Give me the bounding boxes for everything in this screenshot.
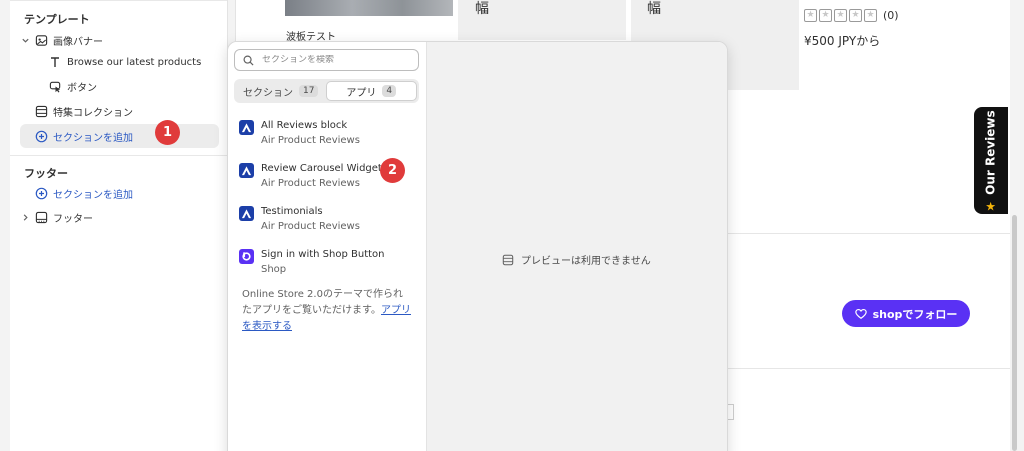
app-name: Sign in with Shop Button [261, 249, 385, 260]
section-search[interactable] [234, 49, 419, 71]
star-icon: ★ [819, 9, 832, 22]
add-section-label: セクションを追加 [53, 189, 133, 201]
sidebar-item-label: ボタン [67, 82, 97, 94]
star-icon: ★ [864, 9, 877, 22]
star-icon: ★ [804, 9, 817, 22]
our-reviews-label: Our Reviews [984, 109, 999, 195]
star-icon: ★ [849, 9, 862, 22]
tab-apps[interactable]: アプリ 4 [325, 81, 417, 101]
sidebar-item-label: フッター [53, 213, 93, 225]
sidebar-item-featured-collection[interactable]: 特集コレクション [20, 99, 219, 123]
our-reviews-tab[interactable]: ★ Our Reviews [974, 107, 1008, 214]
preview-unavailable: プレビューは利用できません [502, 252, 651, 267]
rating-stars: ★ ★ ★ ★ ★ (0) [804, 9, 899, 22]
shop-brand: shop [872, 307, 903, 321]
air-reviews-logo-icon [239, 206, 254, 221]
heart-icon [854, 308, 867, 319]
count-badge: 17 [299, 85, 319, 97]
os2-note: Online Store 2.0のテーマで作られたアプリをご覧いただけます。アプ… [242, 287, 412, 335]
sidebar-item-button-block[interactable]: ボタン [48, 74, 219, 98]
app-name: Review Carousel Widget [261, 163, 382, 174]
divider [10, 0, 227, 1]
template-heading: テンプレート [24, 13, 90, 26]
plus-circle-icon [34, 129, 48, 143]
air-reviews-logo-icon [239, 120, 254, 135]
sidebar-item-heading-block[interactable]: Browse our latest products [48, 50, 219, 74]
sidebar-item-label: Browse our latest products [67, 56, 202, 68]
sidebar-item-image-banner[interactable]: 画像バナー [20, 28, 219, 52]
cursor-button-icon [48, 79, 62, 93]
tab-sections[interactable]: セクション 17 [236, 81, 326, 101]
add-section-label: セクションを追加 [53, 132, 133, 144]
step-marker-1: 1 [155, 120, 180, 145]
star-icon: ★ [834, 9, 847, 22]
count-badge: 4 [382, 85, 397, 97]
review-count: (0) [883, 9, 899, 22]
app-block-item[interactable]: All Reviews block Air Product Reviews [239, 119, 419, 149]
footer-icon [34, 210, 48, 224]
preview-scrollbar[interactable] [1012, 215, 1017, 451]
air-reviews-logo-icon [239, 163, 254, 178]
search-icon [243, 55, 254, 66]
star-icon: ★ [985, 198, 997, 213]
app-block-item[interactable]: Testimonials Air Product Reviews [239, 205, 419, 235]
collection-icon [34, 104, 48, 118]
tab-label: アプリ [346, 87, 377, 99]
product-price: ¥500 JPYから [804, 34, 881, 48]
product-image[interactable] [285, 0, 453, 16]
product-card-label: 幅 [647, 1, 661, 17]
preview-unavailable-text: プレビューは利用できません [521, 256, 651, 267]
follow-label: でフォロー [902, 307, 958, 321]
footer-heading: フッター [24, 167, 68, 180]
text-t-icon [48, 55, 62, 69]
tab-label: セクション [243, 87, 294, 99]
theme-editor-sidebar: テンプレート 画像バナー Browse our latest products … [10, 0, 228, 451]
chevron-down-icon[interactable] [20, 35, 30, 45]
shop-follow-button[interactable]: shopでフォロー [842, 300, 970, 327]
sidebar-item-footer[interactable]: フッター [20, 205, 219, 229]
section-icon [502, 254, 514, 266]
note-text: Online Store 2.0のテーマで作られたアプリをご覧いただけます。 [242, 289, 403, 316]
divider [10, 155, 227, 156]
app-vendor: Shop [261, 264, 287, 275]
preview-pane: プレビューは利用できません [426, 42, 727, 451]
app-block-item[interactable]: Sign in with Shop Button Shop [239, 248, 419, 278]
image-banner-icon [34, 33, 48, 47]
section-picker-list: セクション 17 アプリ 4 All Reviews block Air Pro… [228, 42, 426, 451]
shop-logo-icon [239, 249, 254, 264]
sidebar-item-label: 特集コレクション [53, 107, 133, 119]
chevron-right-icon[interactable] [20, 212, 30, 222]
app-vendor: Air Product Reviews [261, 178, 360, 189]
search-input[interactable] [262, 55, 412, 65]
step-marker-2: 2 [380, 158, 405, 183]
app-vendor: Air Product Reviews [261, 135, 360, 146]
app-vendor: Air Product Reviews [261, 221, 360, 232]
add-section-button[interactable]: セクションを追加 [20, 124, 219, 148]
app-name: All Reviews block [261, 120, 348, 131]
plus-circle-icon [34, 186, 48, 200]
section-picker-popover: セクション 17 アプリ 4 All Reviews block Air Pro… [227, 41, 728, 451]
footer-add-section-button[interactable]: セクションを追加 [20, 181, 219, 205]
app-name: Testimonials [261, 206, 323, 217]
sidebar-item-label: 画像バナー [53, 36, 103, 48]
section-tabs: セクション 17 アプリ 4 [234, 79, 419, 103]
product-card-label: 幅 [475, 1, 489, 17]
